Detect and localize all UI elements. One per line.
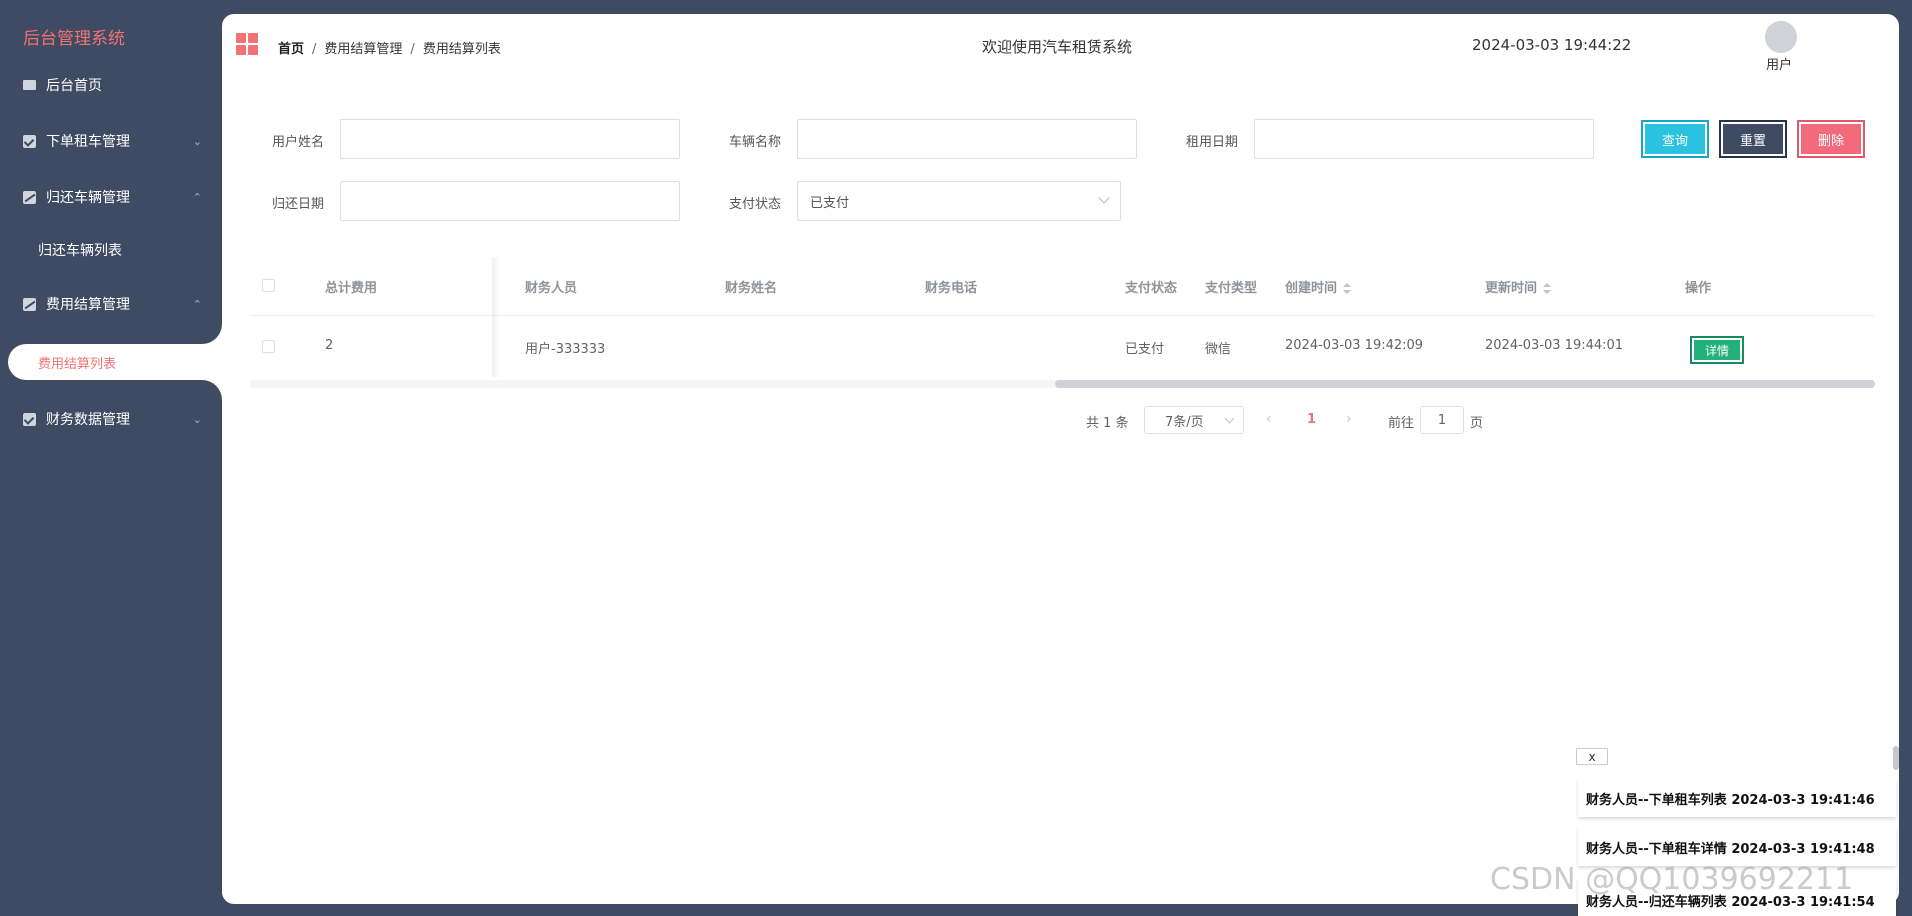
vertical-scrollbar[interactable] — [1893, 746, 1899, 770]
column-header-label: 创建时间 — [1285, 281, 1338, 296]
chevron-up-icon: ⌃ — [192, 190, 202, 204]
cell-total-fee: 2 — [325, 338, 334, 353]
select-all-checkbox[interactable] — [262, 279, 275, 292]
notification-item: 财务人员--下单租车列表 2024-03-3 19:41:46 — [1578, 779, 1896, 817]
datetime-display: 2024-03-03 19:44:22 — [1472, 36, 1632, 54]
sidebar-item-label: 归还车辆列表 — [38, 243, 122, 259]
monitor-icon — [23, 80, 36, 90]
pay-status-select[interactable]: 已支付 — [797, 181, 1121, 221]
page-size-select[interactable]: 7条/页 — [1144, 406, 1244, 434]
horizontal-scrollbar-thumb[interactable] — [1055, 380, 1875, 388]
return-date-label: 归还日期 — [272, 197, 325, 212]
next-page-button[interactable]: › — [1346, 411, 1352, 427]
breadcrumb: 首页 / 费用结算管理 / 费用结算列表 — [278, 38, 501, 57]
breadcrumb-fee-settlement[interactable]: 费用结算管理 — [324, 42, 402, 57]
breadcrumb-separator: / — [312, 42, 317, 57]
checkbox-icon — [23, 134, 36, 148]
detail-button[interactable]: 详情 — [1690, 336, 1744, 364]
reset-button[interactable]: 重置 — [1719, 120, 1787, 158]
cell-created-at: 2024-03-03 19:42:09 — [1285, 338, 1424, 353]
breadcrumb-fee-settlement-list: 费用结算列表 — [422, 42, 501, 57]
chevron-down-icon: ⌄ — [192, 134, 202, 148]
breadcrumb-home[interactable]: 首页 — [278, 42, 304, 57]
chart-icon — [23, 190, 36, 204]
checkbox-icon — [23, 412, 36, 426]
user-name-input[interactable] — [340, 119, 680, 159]
sort-icon[interactable] — [1543, 282, 1552, 295]
sidebar-item-label: 后台首页 — [46, 78, 102, 94]
watermark: CSDN @QQ1039692211 — [1490, 862, 1854, 897]
page-suffix-label: 页 — [1470, 416, 1484, 431]
column-header: 总计费用 — [325, 281, 378, 296]
column-header: 支付状态 — [1125, 281, 1178, 296]
sidebar-item-label: 财务数据管理 — [46, 412, 130, 428]
active-item-notch — [202, 380, 222, 400]
vehicle-name-input[interactable] — [797, 119, 1137, 159]
chevron-down-icon: ⌄ — [192, 412, 202, 426]
chart-icon — [23, 297, 36, 311]
sidebar-item-home[interactable]: 后台首页 — [0, 65, 222, 105]
sidebar-item-label: 费用结算列表 — [38, 356, 117, 372]
rent-date-label: 租用日期 — [1186, 135, 1239, 150]
goto-page-input[interactable] — [1420, 406, 1464, 434]
pagination-total: 共 1 条 — [1086, 416, 1129, 431]
app-brand: 后台管理系统 — [23, 29, 125, 49]
chevron-down-icon — [1098, 192, 1110, 204]
main-panel: 首页 / 费用结算管理 / 费用结算列表 欢迎使用汽车租赁系统 2024-03-03 1… — [222, 14, 1899, 904]
notification-close-button[interactable]: x — [1576, 748, 1608, 765]
sidebar-item-label: 下单租车管理 — [46, 134, 130, 150]
sidebar-item-fee-settlement[interactable]: 费用结算管理 ⌃ — [0, 284, 222, 324]
cell-updated-at: 2024-03-03 19:44:01 — [1485, 338, 1624, 353]
sidebar-subitem-return-vehicle-list[interactable]: 归还车辆列表 — [0, 232, 222, 268]
prev-page-button[interactable]: ‹ — [1266, 411, 1272, 427]
active-item-notch — [202, 324, 222, 344]
avatar[interactable] — [1765, 21, 1797, 53]
page-number-current[interactable]: 1 — [1307, 412, 1316, 427]
breadcrumb-separator: / — [410, 42, 415, 57]
sidebar-item-return-vehicle[interactable]: 归还车辆管理 ⌃ — [0, 177, 222, 217]
notification-item: 财务人员--下单租车详情 2024-03-3 19:41:48 — [1578, 828, 1896, 866]
column-header-sortable[interactable]: 更新时间 — [1485, 277, 1552, 296]
chevron-up-icon: ⌃ — [192, 297, 202, 311]
column-header: 支付类型 — [1205, 281, 1258, 296]
sidebar-subitem-fee-settlement-list[interactable]: 费用结算列表 — [8, 344, 222, 380]
cell-pay-status: 已支付 — [1125, 342, 1165, 357]
cell-finance-staff: 用户-333333 — [525, 342, 606, 357]
column-header-label: 更新时间 — [1485, 281, 1538, 296]
column-header: 财务姓名 — [725, 281, 778, 296]
column-header: 财务人员 — [525, 281, 578, 296]
pay-status-value: 已支付 — [810, 195, 850, 211]
delete-button[interactable]: 删除 — [1797, 120, 1865, 158]
column-header: 财务电话 — [925, 281, 978, 296]
sidebar-item-label: 费用结算管理 — [46, 297, 130, 313]
sidebar-item-label: 归还车辆管理 — [46, 190, 130, 206]
sidebar-item-order-rental[interactable]: 下单租车管理 ⌄ — [0, 121, 222, 161]
grid-menu-icon[interactable] — [236, 33, 258, 55]
column-header-sortable[interactable]: 创建时间 — [1285, 277, 1352, 296]
cell-pay-type: 微信 — [1205, 342, 1232, 357]
sidebar-item-finance-data[interactable]: 财务数据管理 ⌄ — [0, 399, 222, 439]
query-button[interactable]: 查询 — [1641, 120, 1709, 158]
page-size-value: 7条/页 — [1165, 414, 1204, 430]
user-name[interactable]: 用户 — [1766, 54, 1792, 73]
return-date-input[interactable] — [340, 181, 680, 221]
column-header: 操作 — [1685, 281, 1712, 296]
rent-date-input[interactable] — [1254, 119, 1594, 159]
goto-label: 前往 — [1388, 416, 1415, 431]
user-name-label: 用户姓名 — [272, 135, 325, 150]
chevron-down-icon — [1224, 413, 1235, 424]
pay-status-label: 支付状态 — [729, 197, 782, 212]
row-checkbox[interactable] — [262, 340, 275, 353]
welcome-text: 欢迎使用汽车租赁系统 — [982, 38, 1133, 56]
sort-icon[interactable] — [1343, 282, 1352, 295]
vehicle-name-label: 车辆名称 — [729, 135, 782, 150]
sidebar: 后台管理系统 后台首页 下单租车管理 ⌄ 归还车辆管理 ⌃ 归还车辆列表 费用结… — [0, 0, 222, 916]
fixed-column-shadow — [492, 257, 500, 377]
